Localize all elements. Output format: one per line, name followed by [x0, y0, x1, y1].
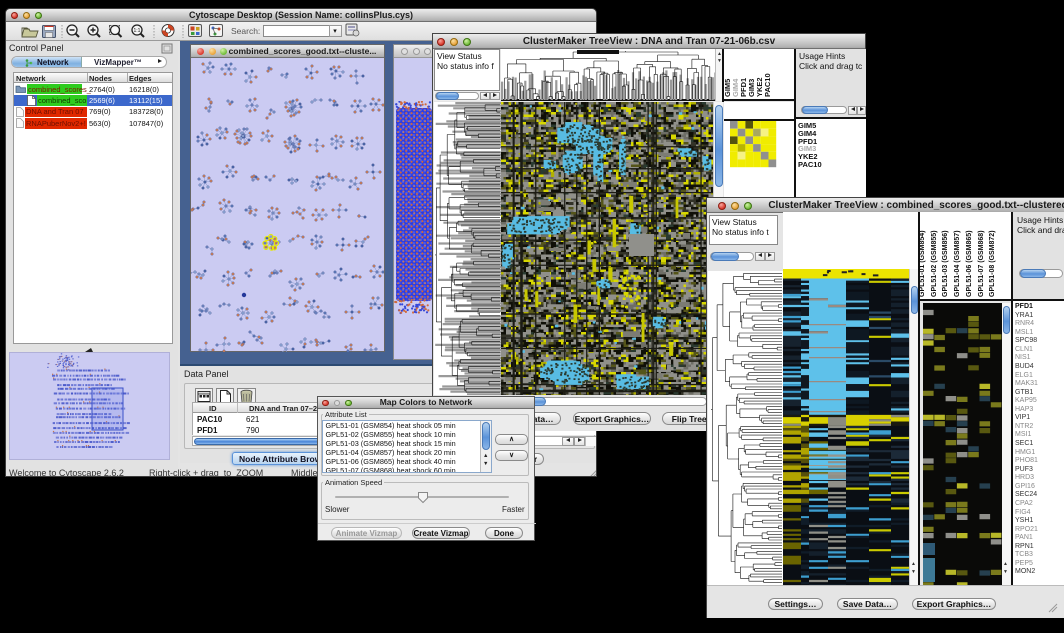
svg-text:1:1: 1:1	[134, 28, 141, 34]
